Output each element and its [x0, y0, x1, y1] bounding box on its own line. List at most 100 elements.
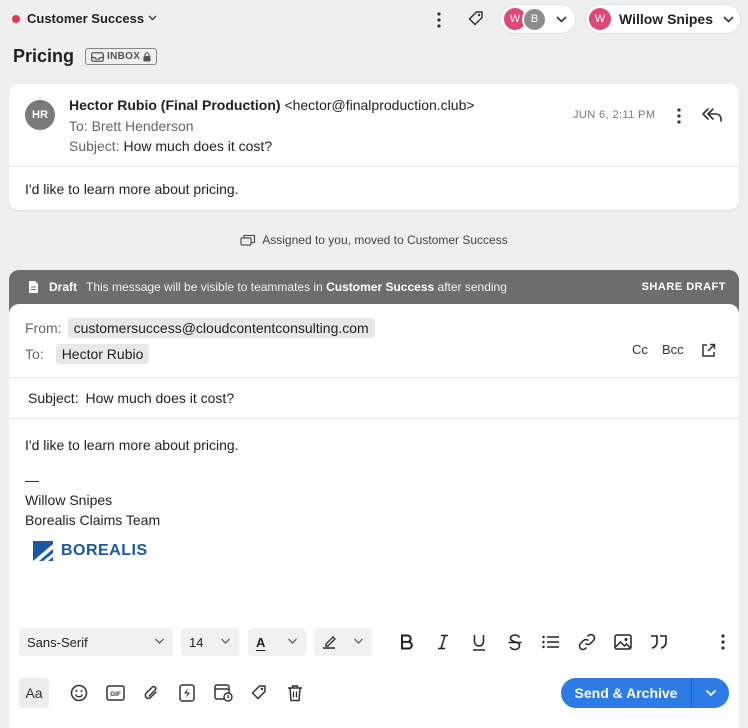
font-size-select[interactable]: 14 [181, 628, 239, 656]
participants-selector[interactable]: W B [501, 5, 575, 33]
draft-header: Draft This message will be visible to te… [9, 270, 739, 304]
send-options-chevron-icon[interactable] [692, 689, 729, 697]
signature-dash: — [25, 472, 39, 488]
highlight-color-select[interactable] [314, 628, 372, 656]
composer: From: customersuccess@cloudcontentconsul… [9, 304, 739, 728]
draft-visibility-note: This message will be visible to teammate… [86, 280, 507, 294]
recipient-chip[interactable]: Hector Rubio [55, 344, 150, 364]
message-more-icon[interactable] [672, 106, 686, 126]
highlighter-icon [323, 636, 336, 649]
font-family-value: Sans-Serif [27, 634, 88, 650]
user-name: Willow Snipes [619, 11, 713, 27]
chevron-down-icon [154, 635, 165, 651]
composer-actions: Aa GIF Send & Archive [19, 678, 731, 708]
bold-icon[interactable] [395, 630, 419, 654]
document-icon [29, 281, 38, 293]
message-body: I'd like to learn more about pricing. [25, 181, 239, 197]
team-status-dot [12, 14, 20, 23]
share-draft-button[interactable]: SHARE DRAFT [642, 281, 726, 293]
team-selector[interactable]: Customer Success [12, 11, 157, 26]
chevron-down-icon [723, 10, 734, 28]
conversation-header: Pricing INBOX [13, 46, 158, 67]
sender-name: Hector Rubio (Final Production) [69, 97, 281, 113]
from-address-chip[interactable]: customersuccess@cloudcontentconsulting.c… [67, 318, 375, 338]
italic-icon[interactable] [431, 630, 455, 654]
avatar: W [589, 8, 611, 30]
font-family-select[interactable]: Sans-Serif [19, 628, 173, 656]
divider [9, 418, 739, 419]
inbox-badge[interactable]: INBOX [85, 48, 158, 65]
draft-body-line[interactable]: I'd like to learn more about pricing. [25, 437, 239, 453]
formatting-more-icon[interactable] [711, 630, 735, 654]
strikethrough-icon[interactable] [503, 630, 527, 654]
underline-icon[interactable] [467, 630, 491, 654]
activity-event: Assigned to you, moved to Customer Succe… [0, 233, 748, 247]
team-name: Customer Success [27, 11, 145, 26]
activity-text: Assigned to you, moved to Customer Succe… [262, 233, 508, 247]
signature-team: Borealis Claims Team [25, 512, 161, 528]
assign-icon [240, 234, 256, 246]
subject-field[interactable]: Subject: How much does it cost? [25, 390, 234, 406]
text-color-select[interactable]: A [248, 628, 306, 656]
signature-name: Willow Snipes [25, 492, 113, 508]
divider [9, 166, 739, 167]
trash-icon[interactable] [283, 681, 307, 705]
draft-label: Draft [49, 280, 78, 294]
more-options-icon[interactable] [430, 10, 448, 30]
subject-label: Subject: [69, 138, 120, 154]
tag-icon[interactable] [466, 9, 486, 29]
inbox-badge-label: INBOX [107, 51, 141, 62]
send-archive-button[interactable]: Send & Archive [561, 678, 729, 708]
schedule-send-icon[interactable] [211, 681, 235, 705]
message-sender: Hector Rubio (Final Production) <hector@… [69, 97, 475, 113]
note-team: Customer Success [326, 280, 435, 294]
note-suffix: after sending [437, 280, 507, 294]
logo-wordmark: BOREALIS [61, 542, 148, 559]
chevron-down-icon [287, 635, 298, 651]
sender-email: <hector@finalproduction.club> [284, 97, 475, 113]
text-color-glyph: A [256, 634, 266, 650]
message-date: JUN 6, 2:11 PM [573, 109, 656, 121]
svg-text:GIF: GIF [110, 691, 121, 698]
note-prefix: This message will be visible to teammate… [86, 280, 323, 294]
tag-icon[interactable] [247, 681, 271, 705]
to-field[interactable]: To: Hector Rubio [25, 344, 150, 364]
borealis-logo-mark [33, 541, 53, 561]
top-bar: Customer Success W B W Willow Snipes [0, 0, 748, 40]
bulleted-list-icon[interactable] [539, 630, 563, 654]
link-icon[interactable] [575, 630, 599, 654]
lock-icon [143, 51, 151, 61]
snippet-icon[interactable] [175, 681, 199, 705]
toggle-formatting-button[interactable]: Aa [19, 678, 49, 708]
subject-label: Subject: [28, 390, 79, 406]
message-card: HR Hector Rubio (Final Production) <hect… [9, 84, 739, 210]
bcc-button[interactable]: Bcc [662, 342, 684, 357]
avatar: HR [25, 100, 55, 130]
page-title: Pricing [13, 46, 75, 66]
from-label: From: [25, 320, 62, 336]
chevron-down-icon [148, 13, 157, 24]
chevron-down-icon [556, 10, 567, 28]
chevron-down-icon [353, 635, 364, 651]
attachment-icon[interactable] [139, 681, 163, 705]
message-recipients: To: Brett Henderson [69, 118, 194, 134]
user-menu[interactable]: W Willow Snipes [586, 5, 740, 33]
image-icon[interactable] [611, 630, 635, 654]
gif-icon[interactable]: GIF [103, 681, 127, 705]
avatar: B [522, 6, 547, 32]
inbox-icon [91, 51, 104, 62]
popout-icon[interactable] [699, 341, 717, 359]
emoji-icon[interactable] [67, 681, 91, 705]
message-subject: Subject: How much does it cost? [69, 138, 272, 154]
chevron-down-icon [220, 635, 231, 651]
subject-input[interactable]: How much does it cost? [85, 390, 234, 406]
to-label: To: [25, 346, 44, 362]
cc-button[interactable]: Cc [632, 342, 648, 357]
draft-panel: Draft This message will be visible to te… [9, 270, 739, 728]
divider [9, 377, 739, 378]
send-archive-label: Send & Archive [574, 685, 678, 701]
subject-text: How much does it cost? [123, 138, 273, 154]
reply-all-icon[interactable] [699, 104, 725, 126]
from-field: From: customersuccess@cloudcontentconsul… [25, 318, 375, 338]
quote-icon[interactable] [647, 630, 671, 654]
